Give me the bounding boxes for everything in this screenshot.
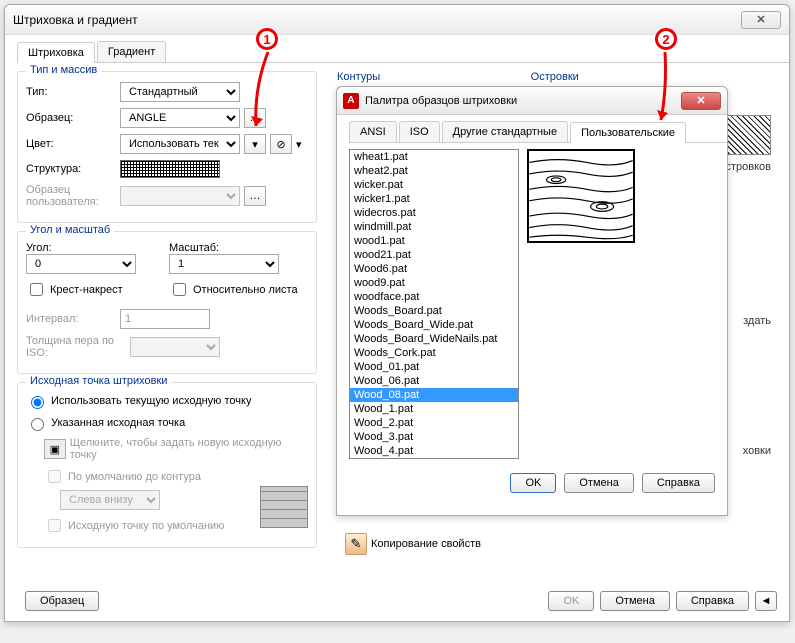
copy-props-label: Копирование свойств <box>371 538 481 550</box>
user-pattern-select <box>120 186 240 206</box>
list-item[interactable]: Woods_Board_WideNails.pat <box>350 332 518 346</box>
tab-hatch[interactable]: Штриховка <box>17 42 95 63</box>
specified-origin-label: Указанная исходная точка <box>51 417 185 429</box>
palette-tab-iso[interactable]: ISO <box>399 121 440 142</box>
palette-title: Палитра образцов штриховки <box>365 95 681 107</box>
main-ok-button: OK <box>548 591 594 611</box>
group-type-title: Тип и массив <box>26 64 101 76</box>
list-item[interactable]: windmill.pat <box>350 220 518 234</box>
list-item[interactable]: wicker1.pat <box>350 192 518 206</box>
callout-1: 1 <box>256 28 278 50</box>
pattern-label: Образец: <box>26 112 116 124</box>
palette-help-button[interactable]: Справка <box>642 473 715 493</box>
interval-input <box>120 309 210 329</box>
islands-title: Островки <box>531 71 656 83</box>
arrow-1 <box>244 48 284 136</box>
list-item[interactable]: wheat2.pat <box>350 164 518 178</box>
list-item[interactable]: Woods_Board_Wide.pat <box>350 318 518 332</box>
group-origin: Исходная точка штриховки Использовать те… <box>17 382 317 548</box>
list-item[interactable]: wheat1.pat <box>350 150 518 164</box>
user-pattern-label: Образец пользователя: <box>26 184 116 208</box>
type-label: Тип: <box>26 86 116 98</box>
list-item[interactable]: wicker.pat <box>350 178 518 192</box>
pattern-listbox[interactable]: wheat1.patwheat2.patwicker.patwicker1.pa… <box>349 149 519 459</box>
interval-label: Интервал: <box>26 313 116 325</box>
contours-title: Контуры <box>337 71 491 83</box>
main-cancel-button[interactable]: Отмена <box>600 591 669 611</box>
main-close-icon[interactable]: ✕ <box>741 11 781 29</box>
list-item[interactable]: woodface.pat <box>350 290 518 304</box>
list-item[interactable]: Wood_08.pat <box>350 388 518 402</box>
list-item[interactable]: Wood_06.pat <box>350 374 518 388</box>
list-item[interactable]: Woods_Cork.pat <box>350 346 518 360</box>
specified-origin-radio[interactable] <box>31 418 44 431</box>
list-item[interactable]: widecros.pat <box>350 206 518 220</box>
structure-label: Структура: <box>26 163 116 175</box>
default-origin-checkbox <box>48 519 61 532</box>
type-select[interactable]: Стандартный <box>120 82 240 102</box>
scale-select[interactable]: 1 <box>169 254 279 274</box>
relative-label: Относительно листа <box>193 284 298 296</box>
pick-origin-button: ▣ <box>44 439 66 459</box>
group-origin-title: Исходная точка штриховки <box>26 375 171 387</box>
palette-close-button[interactable]: ✕ <box>681 92 721 110</box>
callout-2: 2 <box>655 28 677 50</box>
list-item[interactable]: Wood_01.pat <box>350 360 518 374</box>
default-contour-checkbox <box>48 470 61 483</box>
expand-button[interactable]: ◄ <box>755 591 777 611</box>
relative-checkbox[interactable] <box>173 283 186 296</box>
palette-cancel-button[interactable]: Отмена <box>564 473 633 493</box>
origin-preview <box>260 486 308 528</box>
palette-tab-ansi[interactable]: ANSI <box>349 121 397 142</box>
pattern-palette-dialog: A Палитра образцов штриховки ✕ ANSI ISO … <box>336 86 728 516</box>
pattern-select[interactable]: ANGLE <box>120 108 240 128</box>
iso-label: Толщина пера по ISO: <box>26 335 126 359</box>
origin-corner-select: Слева внизу <box>60 490 160 510</box>
palette-ok-button[interactable]: OK <box>510 473 556 493</box>
list-item[interactable]: wood9.pat <box>350 276 518 290</box>
cross-label: Крест-накрест <box>50 284 123 296</box>
structure-preview[interactable] <box>120 160 220 178</box>
default-contour-label: По умолчанию до контура <box>68 471 201 483</box>
arrow-2 <box>647 48 677 128</box>
use-current-origin-radio[interactable] <box>31 396 44 409</box>
color-select[interactable]: Использовать теку <box>120 134 240 154</box>
pattern-preview-wood <box>527 149 635 243</box>
palette-tab-other[interactable]: Другие стандартные <box>442 121 568 142</box>
list-item[interactable]: Wood_3.pat <box>350 430 518 444</box>
iso-select <box>130 337 220 357</box>
user-pattern-browse[interactable]: … <box>244 186 266 206</box>
list-item[interactable]: Wood6.pat <box>350 262 518 276</box>
scale-label: Масштаб: <box>169 242 308 254</box>
default-origin-label: Исходную точку по умолчанию <box>68 520 224 532</box>
angle-label: Угол: <box>26 242 165 254</box>
hatch-fragment: ховки <box>743 445 771 457</box>
list-item[interactable]: wood21.pat <box>350 248 518 262</box>
list-item[interactable]: Wood_5.pat <box>350 458 518 459</box>
list-item[interactable]: Wood_2.pat <box>350 416 518 430</box>
list-item[interactable]: Wood_1.pat <box>350 402 518 416</box>
click-new-label: Щелкните, чтобы задать новую исходную то… <box>70 437 308 461</box>
list-item[interactable]: Wood_4.pat <box>350 444 518 458</box>
autocad-icon: A <box>343 93 359 109</box>
create-fragment: здать <box>743 315 771 327</box>
eyedropper-icon[interactable]: ✎ <box>345 533 367 555</box>
color-none-button[interactable]: ⊘ <box>270 134 292 154</box>
main-title: Штриховка и градиент <box>13 13 741 27</box>
color-label: Цвет: <box>26 138 116 150</box>
color-swatch-button[interactable]: ▾ <box>244 134 266 154</box>
cross-checkbox[interactable] <box>30 283 43 296</box>
group-angle-title: Угол и масштаб <box>26 224 114 236</box>
main-help-button[interactable]: Справка <box>676 591 749 611</box>
sample-button[interactable]: Образец <box>25 591 99 611</box>
angle-select[interactable]: 0 <box>26 254 136 274</box>
group-angle-scale: Угол и масштаб Угол: 0 Масштаб: 1 Крест-… <box>17 231 317 374</box>
list-item[interactable]: Woods_Board.pat <box>350 304 518 318</box>
use-current-origin-label: Использовать текущую исходную точку <box>51 395 251 407</box>
list-item[interactable]: wood1.pat <box>350 234 518 248</box>
tab-gradient[interactable]: Градиент <box>97 41 166 62</box>
